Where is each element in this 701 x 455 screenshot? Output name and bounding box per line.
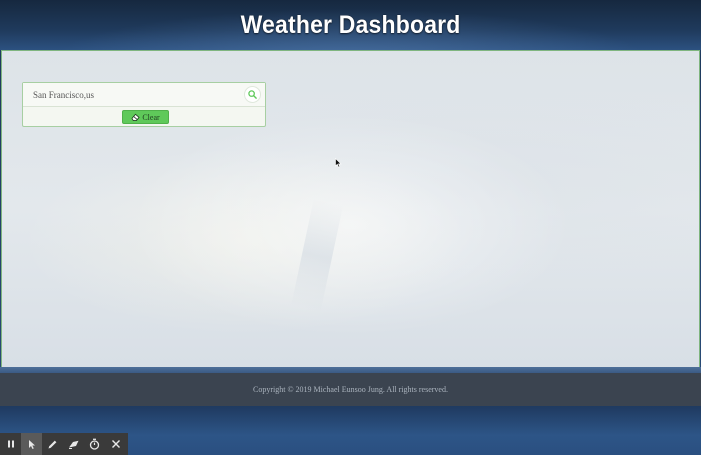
search-input[interactable]	[28, 86, 248, 103]
close-icon	[111, 440, 120, 448]
pointer-icon	[28, 439, 35, 449]
highlighter-icon	[68, 440, 78, 449]
pointer-button[interactable]	[21, 433, 42, 455]
pause-button[interactable]	[0, 433, 21, 455]
search-icon	[248, 90, 257, 99]
clear-button[interactable]: Clear	[122, 110, 169, 124]
timer-icon	[89, 438, 100, 450]
timer-button[interactable]	[84, 433, 105, 455]
pause-icon	[7, 440, 14, 448]
eraser-icon	[131, 113, 140, 121]
close-button[interactable]	[105, 433, 126, 455]
clear-button-label: Clear	[142, 112, 160, 122]
pen-icon	[48, 440, 57, 448]
app-header: Weather Dashboard	[0, 0, 701, 50]
search-button[interactable]	[244, 86, 261, 103]
pen-button[interactable]	[42, 433, 63, 455]
recording-toolbar	[0, 433, 128, 455]
main-panel: Clear	[1, 50, 700, 368]
footer: Copyright © 2019 Michael Eunsoo Jung. Al…	[0, 373, 701, 406]
search-row	[23, 83, 265, 107]
mouse-cursor-icon	[335, 158, 342, 168]
highlighter-button[interactable]	[63, 433, 84, 455]
copyright-text: Copyright © 2019 Michael Eunsoo Jung. Al…	[253, 385, 448, 394]
page-title: Weather Dashboard	[240, 10, 461, 39]
search-card: Clear	[22, 82, 266, 127]
